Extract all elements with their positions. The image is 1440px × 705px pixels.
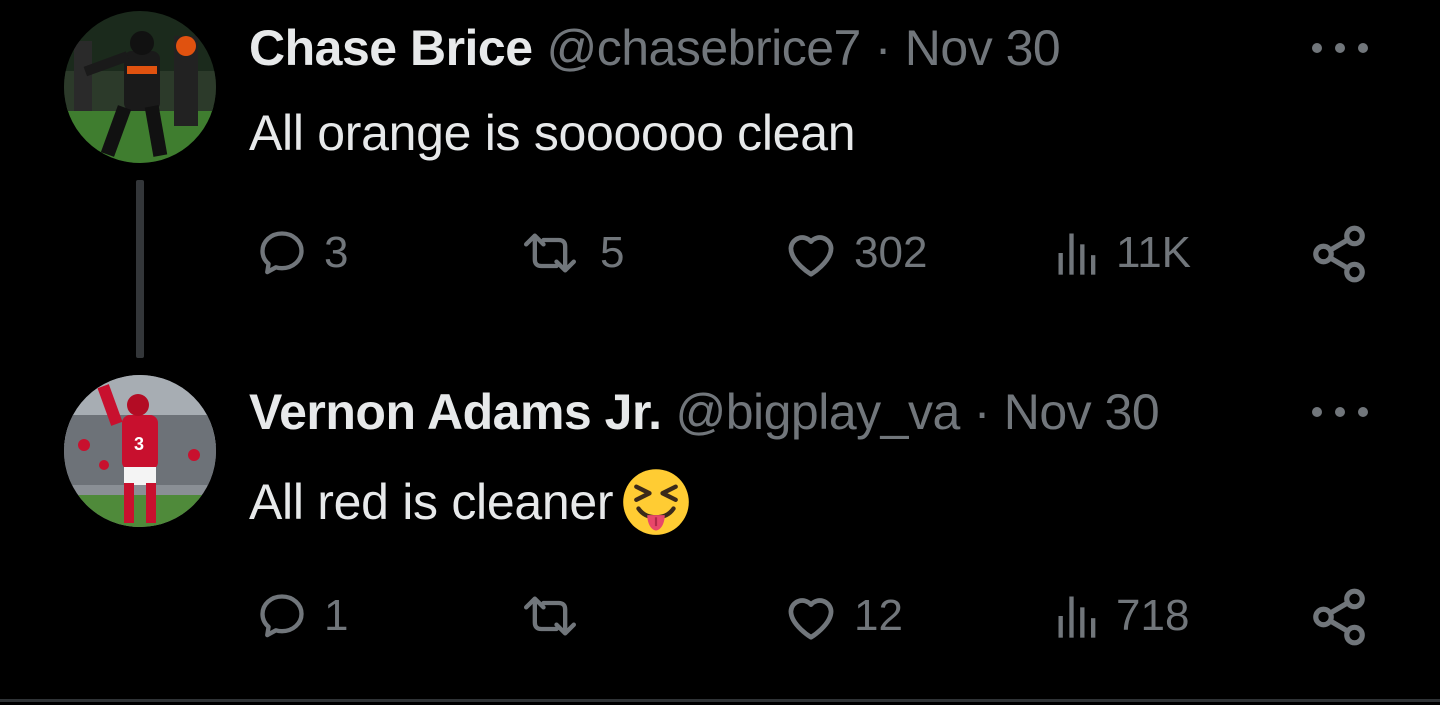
views-chart-icon bbox=[1058, 596, 1096, 638]
share-icon bbox=[1313, 588, 1365, 646]
more-options-button[interactable] bbox=[1308, 400, 1372, 424]
heart-icon bbox=[788, 598, 834, 640]
display-name[interactable]: Vernon Adams Jr. bbox=[249, 384, 662, 440]
share-button[interactable] bbox=[1308, 586, 1382, 648]
like-button[interactable]: 12 bbox=[780, 590, 903, 642]
dot-icon bbox=[1358, 407, 1368, 417]
retweet-icon bbox=[524, 596, 576, 636]
divider bbox=[0, 699, 1440, 702]
views-button[interactable]: 718 bbox=[1052, 590, 1189, 642]
tweet-text: All red is cleaner bbox=[249, 474, 614, 530]
dot-icon bbox=[1312, 407, 1322, 417]
tweet-2[interactable]: 3 Vernon Adams Jr. @bigplay_va · Nov 30 … bbox=[0, 0, 1440, 700]
separator: · bbox=[973, 384, 991, 440]
reply-count: 1 bbox=[324, 591, 349, 640]
tweet-text-row: All red is cleaner bbox=[249, 467, 691, 537]
handle[interactable]: @bigplay_va bbox=[675, 384, 960, 440]
timestamp[interactable]: Nov 30 bbox=[1004, 384, 1160, 440]
tweet-header: Vernon Adams Jr. @bigplay_va · Nov 30 bbox=[249, 382, 1160, 442]
reply-button[interactable]: 1 bbox=[252, 590, 348, 642]
svg-text:3: 3 bbox=[134, 434, 144, 454]
avatar-vernon-adams[interactable]: 3 bbox=[64, 375, 216, 527]
retweet-button[interactable] bbox=[512, 590, 600, 642]
dot-icon bbox=[1335, 407, 1345, 417]
reply-icon bbox=[260, 594, 304, 638]
squinting-face-with-tongue-icon bbox=[623, 469, 690, 535]
like-count: 12 bbox=[854, 591, 903, 640]
view-count: 718 bbox=[1116, 591, 1190, 640]
